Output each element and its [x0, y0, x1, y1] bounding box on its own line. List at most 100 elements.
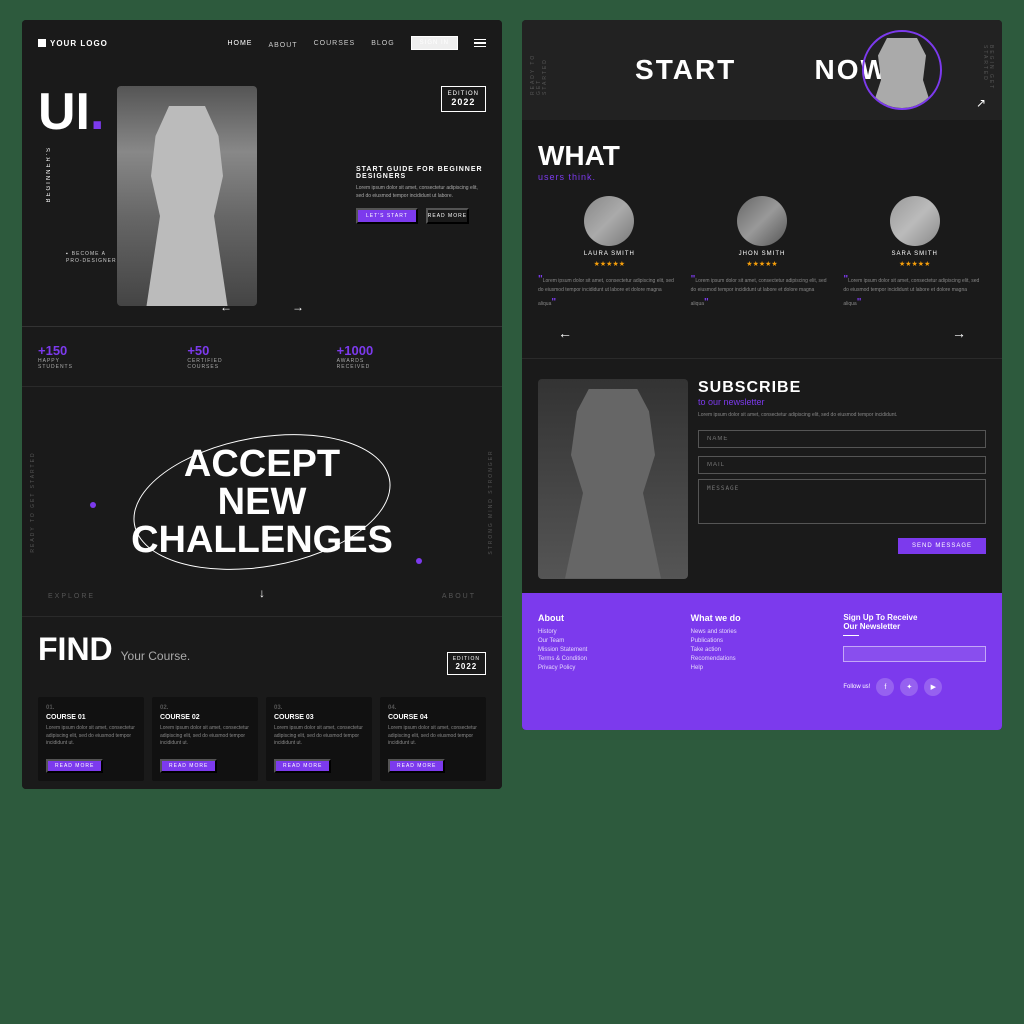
courses-grid: 01. COURSE 01 Lorem ipsum dolor sit amet…	[22, 689, 502, 789]
subscribe-section: SUBSCRIBE to our newsletter Lorem ipsum …	[522, 358, 1002, 593]
footer-history[interactable]: History	[538, 629, 681, 635]
nav-home-underline: ABOUT	[268, 34, 297, 52]
course-4-desc: Lorem ipsum dolor sit amet, consectetur …	[388, 725, 478, 748]
course-4-num: 04.	[388, 705, 478, 711]
find-title-text: FIND	[38, 631, 113, 668]
right-person-silhouette	[872, 38, 932, 108]
send-message-button[interactable]: SEND MESSAGE	[898, 538, 986, 554]
footer-what-title: What we do	[691, 613, 834, 623]
subscribe-title: SUBSCRIBE	[698, 379, 986, 397]
nav-about[interactable]: ABOUT	[268, 42, 297, 49]
edition-badge: EDITION 2022	[441, 86, 486, 112]
course-card-2: 02. COURSE 02 Lorem ipsum dolor sit amet…	[152, 697, 258, 781]
lets-start-button[interactable]: LET'S START	[356, 208, 418, 224]
message-input[interactable]	[698, 479, 986, 524]
course-2-desc: Lorem ipsum dolor sit amet, consectetur …	[160, 725, 250, 748]
footer-news[interactable]: News and stories	[691, 629, 834, 635]
prev-testimonial[interactable]: ←	[558, 325, 572, 341]
testimonial-2: JHON SMITH ★★★★★ Lorem ipsum dolor sit a…	[691, 196, 834, 310]
text-laura: Lorem ipsum dolor sit amet, consectetur …	[538, 272, 681, 310]
footer-about-title: About	[538, 613, 681, 623]
sign-in-button[interactable]: SIGN IN	[411, 36, 458, 50]
read-more-button[interactable]: READ MORE	[426, 208, 469, 224]
find-subtitle: Your Course.	[121, 649, 191, 663]
nav-blog[interactable]: BLOG	[371, 40, 394, 47]
name-jhon: JHON SMITH	[691, 251, 834, 257]
person-silhouette	[142, 106, 232, 306]
hamburger-menu[interactable]	[474, 39, 486, 48]
name-laura: LAURA SMITH	[538, 251, 681, 257]
instagram-icon[interactable]: ✦	[900, 678, 918, 696]
footer-publications[interactable]: Publications	[691, 638, 834, 644]
youtube-icon[interactable]: ▶	[924, 678, 942, 696]
testimonial-nav: ← →	[538, 320, 986, 346]
find-edition-badge: EDITION 2022	[447, 652, 486, 675]
hero-ui-heading: UI.	[38, 86, 104, 138]
stat-courses: +50 CERTIFIEDCOURSES	[187, 343, 336, 370]
stat-courses-number: +50	[187, 343, 336, 358]
right-hero-person	[862, 30, 942, 110]
logo: YOUR LOGO	[38, 39, 108, 48]
footer-mission[interactable]: Mission Statement	[538, 647, 681, 653]
prev-arrow[interactable]: ←	[220, 300, 232, 314]
down-arrow: ↓	[259, 586, 265, 600]
footer-action[interactable]: Take action	[691, 647, 834, 653]
right-top-arrow[interactable]: ↗	[976, 96, 986, 110]
course-card-1: 01. COURSE 01 Lorem ipsum dolor sit amet…	[38, 697, 144, 781]
testimonials-grid: LAURA SMITH ★★★★★ Lorem ipsum dolor sit …	[538, 196, 986, 310]
nav-courses[interactable]: COURSES	[314, 40, 356, 47]
name-input[interactable]	[698, 430, 986, 448]
stat-students-number: +150	[38, 343, 187, 358]
stat-awards-number: +1000	[337, 343, 486, 358]
footer-recommendations[interactable]: Recomendations	[691, 656, 834, 662]
footer-what-col: What we do News and stories Publications…	[691, 613, 834, 697]
email-input[interactable]	[698, 456, 986, 474]
challenges-heading: ACCEPTNEWCHALLENGES	[131, 445, 393, 559]
avatar-jhon	[737, 196, 787, 246]
stat-students: +150 HAPPYSTUDENTS	[38, 343, 187, 370]
course-card-3: 03. COURSE 03 Lorem ipsum dolor sit amet…	[266, 697, 372, 781]
course-3-readmore[interactable]: READ MORE	[274, 759, 331, 773]
next-testimonial[interactable]: →	[952, 325, 966, 341]
testimonial-1: LAURA SMITH ★★★★★ Lorem ipsum dolor sit …	[538, 196, 681, 310]
footer-terms[interactable]: Terms & Condition	[538, 656, 681, 662]
hero-dot: .	[90, 83, 104, 141]
course-1-title: COURSE 01	[46, 714, 136, 721]
newsletter-col-title: Sign Up To Receive Our Newsletter	[843, 613, 986, 631]
footer-email-input[interactable]	[843, 646, 986, 662]
what-section: WHAT users think. LAURA SMITH ★★★★★ Lore…	[522, 120, 1002, 358]
hero-person-image	[117, 86, 257, 306]
course-1-num: 01.	[46, 705, 136, 711]
course-4-readmore[interactable]: READ MORE	[388, 759, 445, 773]
footer-team[interactable]: Our Team	[538, 638, 681, 644]
find-section: FIND Your Course. EDITION 2022	[22, 616, 502, 689]
right-panel: READY TO GET STARTED START NOW BEGIN GET…	[522, 20, 1002, 730]
next-arrow[interactable]: →	[292, 300, 304, 314]
testimonial-3: SARA SMITH ★★★★★ Lorem ipsum dolor sit a…	[843, 196, 986, 310]
facebook-icon[interactable]: f	[876, 678, 894, 696]
subscribe-subtitle: to our newsletter	[698, 397, 986, 407]
hero-beginner-label: BEGINNER'S	[46, 146, 52, 203]
course-1-readmore[interactable]: READ MORE	[46, 759, 103, 773]
stats-section: +150 HAPPYSTUDENTS +50 CERTIFIEDCOURSES …	[22, 326, 502, 386]
about-label: ABOUT	[442, 593, 476, 600]
what-title-area: WHAT users think.	[538, 140, 986, 182]
subscribe-desc: Lorem ipsum dolor sit amet, consectetur …	[698, 412, 986, 420]
footer-newsletter-col: Sign Up To Receive Our Newsletter Follow…	[843, 613, 986, 697]
avatar-sara	[890, 196, 940, 246]
right-hero-section: READY TO GET STARTED START NOW BEGIN GET…	[522, 20, 1002, 120]
course-1-desc: Lorem ipsum dolor sit amet, consectetur …	[46, 725, 136, 748]
subscribe-form: SUBSCRIBE to our newsletter Lorem ipsum …	[698, 379, 986, 579]
newsletter-divider	[843, 635, 859, 637]
footer-privacy[interactable]: Privacy Policy	[538, 665, 681, 671]
course-2-readmore[interactable]: READ MORE	[160, 759, 217, 773]
nav-home[interactable]: HOME	[227, 40, 252, 47]
navbar: YOUR LOGO HOME ABOUT COURSES BLOG SIGN I…	[22, 20, 502, 66]
course-3-desc: Lorem ipsum dolor sit amet, consectetur …	[274, 725, 364, 748]
follow-label: Follow us!	[843, 684, 870, 690]
course-2-num: 02.	[160, 705, 250, 711]
course-card-4: 04. COURSE 04 Lorem ipsum dolor sit amet…	[380, 697, 486, 781]
what-heading: WHAT	[538, 140, 986, 172]
challenges-text: ACCEPTNEWCHALLENGES	[131, 445, 393, 559]
footer-help[interactable]: Help	[691, 665, 834, 671]
